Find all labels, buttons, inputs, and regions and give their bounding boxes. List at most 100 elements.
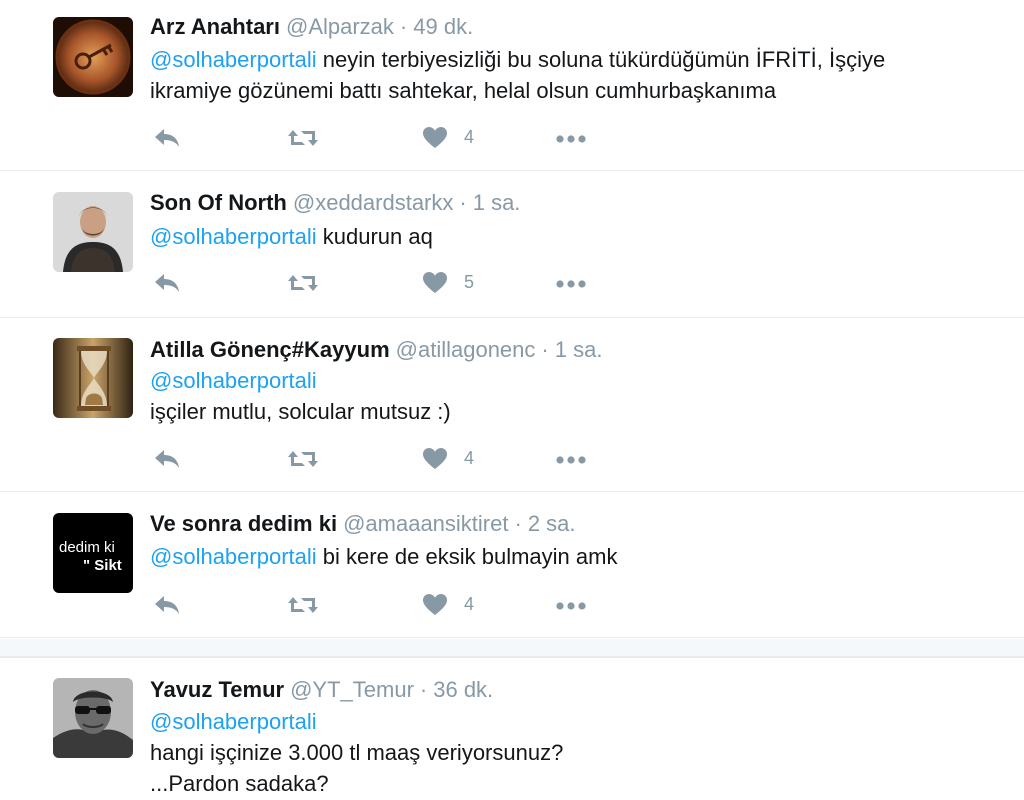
more-button[interactable] — [554, 590, 588, 620]
avatar-caption: " Sikt — [83, 557, 122, 574]
tweet[interactable]: Son Of North @xeddardstarkx · 1 sa. @solhab… — [0, 172, 1024, 318]
separator-dot: · — [541, 337, 549, 362]
like-button[interactable] — [422, 444, 448, 474]
separator-dot: · — [514, 511, 522, 536]
tweet-text-line: hangi işçinize 3.000 tl maaş veriyorsunu… — [150, 740, 564, 765]
user-name[interactable]: Ve sonra dedim ki — [150, 511, 337, 536]
tweet-time[interactable]: 1 sa. — [473, 190, 521, 215]
tweet-actions: 4 — [150, 590, 610, 620]
avatar-caption-line: dedim ki — [59, 539, 115, 556]
tweet-text-line: işçiler mutlu, solcular mutsuz :) — [150, 399, 451, 424]
separator-dot: · — [419, 677, 428, 702]
retweet-button[interactable] — [286, 444, 320, 474]
separator-dot: · — [399, 14, 408, 39]
heart-icon — [423, 272, 447, 293]
man-portrait-avatar — [53, 192, 133, 272]
user-avatar[interactable]: dedim ki " Sikt — [53, 513, 133, 593]
reply-button[interactable] — [152, 444, 182, 474]
like-count: 4 — [464, 594, 475, 614]
mention-link[interactable]: @solhaberportali — [150, 224, 317, 249]
retweet-button[interactable] — [286, 268, 320, 298]
reply-icon — [155, 596, 179, 614]
retweet-icon — [288, 275, 318, 291]
user-name[interactable]: Atilla Gönenç#Kayyum — [150, 337, 390, 362]
tweet-time[interactable]: 49 dk. — [413, 14, 473, 39]
user-name[interactable]: Arz Anahtarı — [150, 14, 280, 39]
reply-icon — [155, 450, 179, 468]
user-avatar[interactable] — [53, 17, 133, 97]
tweet-text-segment: neyin terbiyesizliği bu soluna tükürdüğü… — [316, 47, 886, 72]
tweet[interactable]: Arz Anahtarı @Alparzak · 49 dk. @solhaberpo… — [0, 0, 1024, 171]
like-count: 4 — [464, 448, 475, 468]
more-button[interactable] — [554, 268, 588, 298]
avatar-caption-line: " Sikt — [83, 557, 122, 574]
tweet-actions: 4 — [150, 123, 610, 153]
heart-icon — [423, 127, 447, 148]
hourglass-avatar — [53, 338, 133, 418]
user-handle[interactable]: @atillagonenc — [396, 337, 536, 362]
tweet-time[interactable]: 2 sa. — [528, 511, 576, 536]
retweet-icon — [288, 597, 318, 613]
more-button[interactable] — [554, 444, 588, 474]
user-handle[interactable]: @amaaansiktiret — [343, 511, 508, 536]
key-ornament-avatar — [53, 17, 133, 97]
tweet-text: @solhaberportali işçiler mutlu, solcular… — [150, 365, 970, 427]
man-sunglasses-avatar — [53, 678, 133, 758]
retweet-icon — [288, 451, 318, 467]
like-button[interactable] — [422, 268, 448, 298]
more-button[interactable] — [554, 123, 588, 153]
retweet-button[interactable] — [286, 123, 320, 153]
tweet-header: Atilla Gönenç#Kayyum @atillagonenc · 1 sa. — [150, 337, 602, 363]
tweet-actions: 4 — [150, 444, 610, 474]
user-handle[interactable]: @Alparzak — [286, 14, 394, 39]
tweet[interactable]: Yavuz Temur @YT_Temur · 36 dk. @solhaberpor… — [0, 657, 1024, 800]
tweet-text-line: ...Pardon sadaka? — [150, 771, 329, 796]
tweet-text: @solhaberportali kudurun aq — [150, 221, 970, 252]
like-count: 5 — [464, 272, 475, 292]
user-avatar[interactable] — [53, 192, 133, 272]
tweet-header: Ve sonra dedim ki @amaaansiktiret · 2 sa. — [150, 511, 576, 537]
more-icon — [556, 602, 586, 610]
tweet-header: Arz Anahtarı @Alparzak · 49 dk. — [150, 14, 473, 40]
mention-link[interactable]: @solhaberportali — [150, 709, 317, 734]
tweet-header: Yavuz Temur @YT_Temur · 36 dk. — [150, 677, 493, 703]
tweet-text: @solhaberportali neyin terbiyesizliği bu… — [150, 44, 970, 106]
mention-link[interactable]: @solhaberportali — [150, 544, 317, 569]
reply-button[interactable] — [152, 590, 182, 620]
user-avatar[interactable] — [53, 338, 133, 418]
tweet-text-line: ikramiye gözünemi battı sahtekar, helal … — [150, 78, 777, 103]
reply-icon — [155, 129, 179, 147]
tweet-text: @solhaberportali hangi işçinize 3.000 tl… — [150, 706, 970, 799]
user-name[interactable]: Yavuz Temur — [150, 677, 284, 702]
more-icon — [556, 456, 586, 464]
tweet[interactable]: Atilla Gönenç#Kayyum @atillagonenc · 1 sa. … — [0, 319, 1024, 492]
heart-icon — [423, 448, 447, 469]
retweet-icon — [288, 130, 318, 146]
tweet-text: @solhaberportali bi kere de eksik bulmay… — [150, 541, 970, 572]
tweet-time[interactable]: 1 sa. — [555, 337, 603, 362]
tweet-text-segment: bi kere de eksik bulmayin amk — [316, 544, 618, 569]
separator-dot: · — [459, 190, 467, 215]
more-icon — [556, 280, 586, 288]
user-handle[interactable]: @xeddardstarkx — [293, 190, 454, 215]
like-button[interactable] — [422, 123, 448, 153]
tweet-feed: Arz Anahtarı @Alparzak · 49 dk. @solhaberpo… — [0, 0, 1024, 800]
user-avatar[interactable] — [53, 678, 133, 758]
user-handle[interactable]: @YT_Temur — [290, 677, 414, 702]
tweet-time[interactable]: 36 dk. — [433, 677, 493, 702]
mention-link[interactable]: @solhaberportali — [150, 368, 317, 393]
reply-button[interactable] — [152, 123, 182, 153]
feed-gap — [0, 639, 1024, 657]
tweet-header: Son Of North @xeddardstarkx · 1 sa. — [150, 190, 520, 216]
mention-link[interactable]: @solhaberportali — [150, 47, 317, 72]
avatar-caption: dedim ki — [59, 539, 115, 556]
tweet-text-segment: kudurun aq — [316, 224, 433, 249]
retweet-button[interactable] — [286, 590, 320, 620]
like-count: 4 — [464, 127, 475, 147]
reply-button[interactable] — [152, 268, 182, 298]
like-button[interactable] — [422, 590, 448, 620]
more-icon — [556, 135, 586, 143]
tweet[interactable]: dedim ki " Sikt Ve sonra dedim ki @amaaan… — [0, 493, 1024, 638]
user-name[interactable]: Son Of North — [150, 190, 287, 215]
heart-icon — [423, 594, 447, 615]
